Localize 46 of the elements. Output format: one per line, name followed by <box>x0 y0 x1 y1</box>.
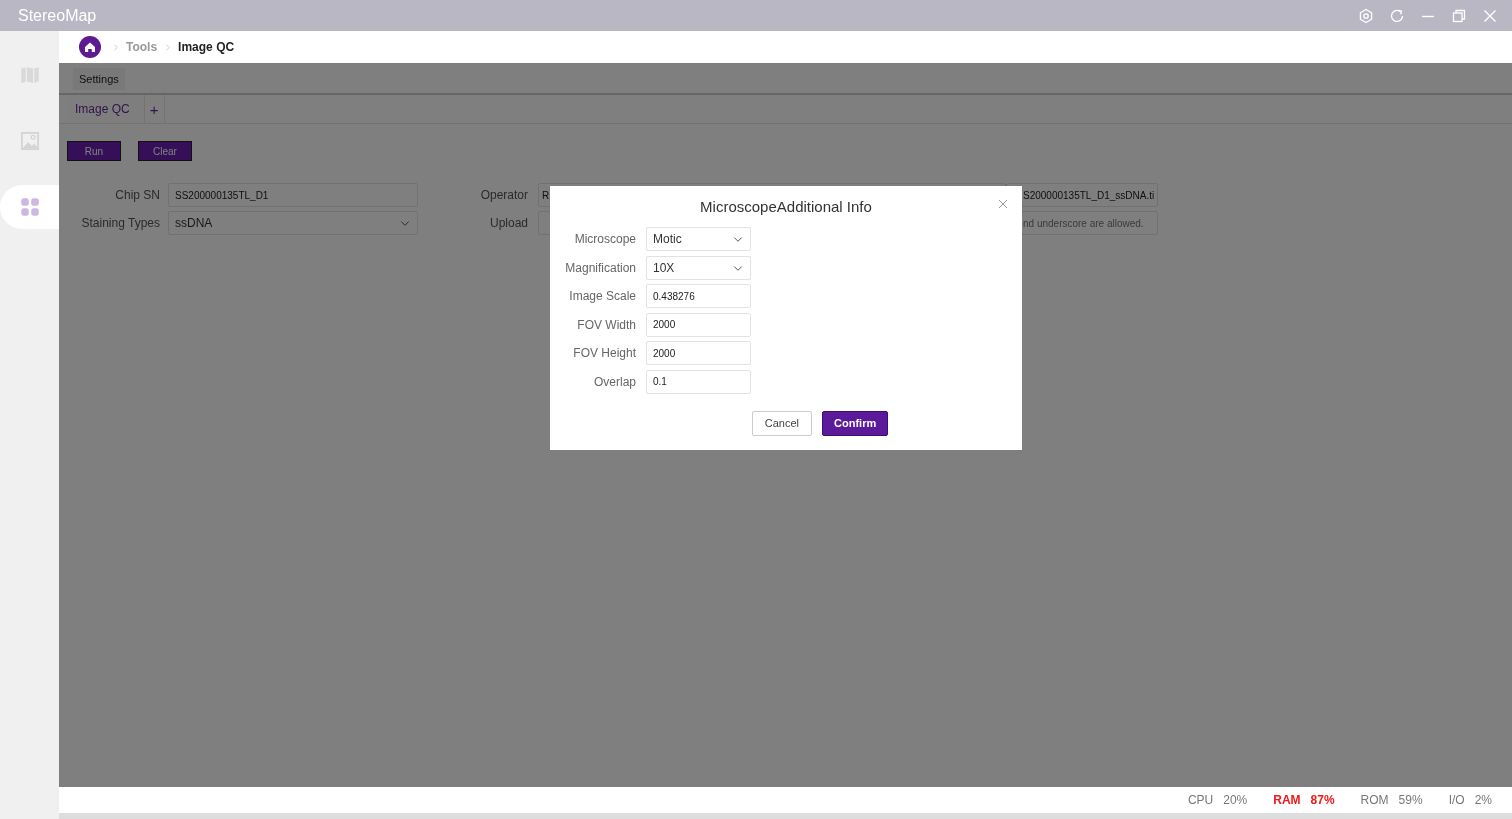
dialog-button[interactable]: Cancel <box>751 410 813 436</box>
status-value: 2% <box>1474 793 1492 807</box>
settings-tab[interactable]: Settings <box>73 68 125 90</box>
input-field[interactable]: 2000 <box>646 341 751 365</box>
status-value: 59% <box>1398 793 1423 807</box>
action-button[interactable]: Run <box>67 141 121 161</box>
breadcrumb-link[interactable]: Image QC <box>178 40 235 54</box>
field-label: Overlap <box>592 373 636 391</box>
dialog-title: MicroscopeAdditional Info <box>699 198 873 215</box>
close-icon[interactable] <box>998 199 1008 209</box>
select-field[interactable]: ssDNA <box>168 211 418 235</box>
chevron-right-icon <box>163 42 173 52</box>
input-field[interactable]: 0.438276 <box>646 284 751 308</box>
field-label: Microscope <box>573 231 636 248</box>
close-icon[interactable] <box>1482 7 1498 24</box>
input-field[interactable]: S200000135TL_D1_ssDNA.ti <box>1006 183 1158 207</box>
field-label: FOV Height <box>572 345 636 362</box>
select-field[interactable]: 10X <box>646 255 751 280</box>
input-field[interactable]: SS200000135TL_D1 <box>168 183 418 207</box>
status-label: RAM <box>1273 793 1301 807</box>
settings-icon[interactable] <box>1358 7 1374 24</box>
status-value: 87% <box>1310 793 1335 807</box>
home-icon[interactable] <box>79 36 101 58</box>
window-title: StereoMap <box>18 6 97 25</box>
sidebar-item[interactable] <box>0 185 59 229</box>
status-label: I/O <box>1448 793 1465 807</box>
dialog-button[interactable]: Confirm <box>822 410 889 436</box>
image-icon <box>19 131 40 151</box>
status-value: 20% <box>1223 793 1248 807</box>
chevron-right-icon <box>111 42 120 52</box>
field-label: FOV Width <box>576 316 636 334</box>
field-label: Operator <box>480 188 528 202</box>
apps-icon <box>19 197 40 217</box>
field-label: Image Scale <box>568 288 636 305</box>
status-label: ROM <box>1360 793 1389 807</box>
field-label: Upload <box>489 216 528 230</box>
refresh-icon[interactable] <box>1389 7 1405 24</box>
action-button[interactable]: Clear <box>138 141 192 161</box>
field-label: Magnification <box>564 259 636 277</box>
input-field[interactable]: 0.1 <box>646 369 751 394</box>
select-field[interactable]: Motic <box>646 227 751 251</box>
field-label: Staining Types <box>81 216 160 230</box>
input-field[interactable]: 2000 <box>646 312 751 337</box>
restore-icon[interactable] <box>1451 7 1467 24</box>
status-label: CPU <box>1187 793 1214 807</box>
field-label: Chip SN <box>115 188 160 202</box>
